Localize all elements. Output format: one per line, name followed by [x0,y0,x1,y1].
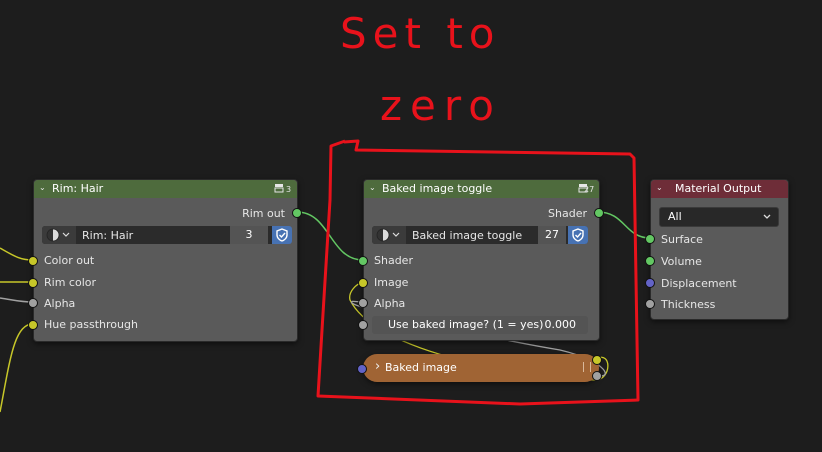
socket-thickness[interactable] [645,299,655,309]
node-title: Material Output [675,182,762,195]
chevron-right-icon[interactable]: › [375,359,380,374]
material-output-node-header[interactable]: ⌄ Material Output [651,180,788,198]
socket-alpha[interactable] [28,298,38,308]
group-users-field[interactable]: 3 [230,226,268,244]
field-label: Use baked image? (1 = yes) [388,318,544,331]
socket-frame-alpha[interactable] [592,371,602,381]
annotation-text-line1: Set to [340,9,500,58]
input-label-hue-passthrough: Hue passthrough [44,318,138,331]
input-label-image: Image [374,276,409,289]
socket-use-baked-input[interactable] [358,320,368,330]
frame-title: Baked image [385,361,457,374]
node-title: Baked image toggle [382,182,493,195]
socket-rim-out[interactable] [292,208,302,218]
baked-image-toggle-node[interactable]: ⌄ Baked image toggle 27 Shader Baked ima… [363,179,600,341]
rim-hair-node-header[interactable]: ⌄ Rim: Hair 3 [34,180,297,198]
input-label-displacement: Displacement [661,277,737,290]
node-title: Rim: Hair [52,182,104,195]
input-label-rim-color: Rim color [44,276,96,289]
target-dropdown[interactable]: All [659,207,779,227]
frame-resize-handle-icon[interactable] [583,362,591,372]
node-group-icon [274,184,284,193]
input-label-surface: Surface [661,233,703,246]
group-name[interactable]: Baked image toggle [406,229,522,242]
input-label-shader: Shader [374,254,413,267]
socket-color-out[interactable] [28,256,38,266]
material-output-node[interactable]: ⌄ Material Output All Surface Volume Dis… [650,179,789,320]
socket-surface[interactable] [645,234,655,244]
input-label-color-out: Color out [44,254,95,267]
output-label-shader: Shader [548,207,587,220]
material-sphere-icon[interactable] [372,226,406,244]
socket-hue-passthrough[interactable] [28,320,38,330]
input-label-alpha: Alpha [44,297,76,310]
socket-shader-output[interactable] [594,208,604,218]
chevron-down-icon[interactable]: ⌄ [39,183,48,192]
wire-shader-to-surface [597,211,651,239]
baked-image-frame[interactable]: › Baked image [363,354,599,382]
wire-input-yellow-3 [0,323,34,413]
chevron-down-icon[interactable]: ⌄ [369,183,378,192]
group-selector[interactable]: Baked image toggle 27 [372,226,588,244]
node-users-count: 3 [286,185,292,194]
socket-frame-vector[interactable] [357,364,367,374]
annotation-text-line2: zero [380,81,502,130]
input-label-volume: Volume [661,255,702,268]
material-sphere-icon[interactable] [42,226,76,244]
fake-user-shield-icon[interactable] [272,226,292,244]
rim-hair-node[interactable]: ⌄ Rim: Hair 3 Rim out Rim: Hair 3 Color … [33,179,298,342]
chevron-down-icon [763,214,771,219]
field-value: 0.000 [544,318,577,331]
fake-user-shield-icon[interactable] [568,226,588,244]
socket-rim-color[interactable] [28,278,38,288]
group-users-field[interactable]: 27 [538,226,566,244]
target-value: All [668,210,682,223]
socket-shader-input[interactable] [358,256,368,266]
baked-toggle-node-header[interactable]: ⌄ Baked image toggle 27 [364,180,599,198]
chevron-down-icon[interactable]: ⌄ [656,183,665,192]
use-baked-image-field[interactable]: Use baked image? (1 = yes) 0.000 [372,316,588,334]
socket-frame-image[interactable] [592,355,602,365]
socket-volume[interactable] [645,256,655,266]
socket-alpha-input[interactable] [358,298,368,308]
group-selector[interactable]: Rim: Hair 3 [42,226,292,244]
input-label-alpha: Alpha [374,297,406,310]
group-name[interactable]: Rim: Hair [76,229,133,242]
input-label-thickness: Thickness [661,298,716,311]
wire-rim-to-shader [296,211,364,261]
socket-image-input[interactable] [358,278,368,288]
node-users-count: 27 [584,185,595,194]
output-label-rim-out: Rim out [242,207,285,220]
socket-displacement[interactable] [645,278,655,288]
